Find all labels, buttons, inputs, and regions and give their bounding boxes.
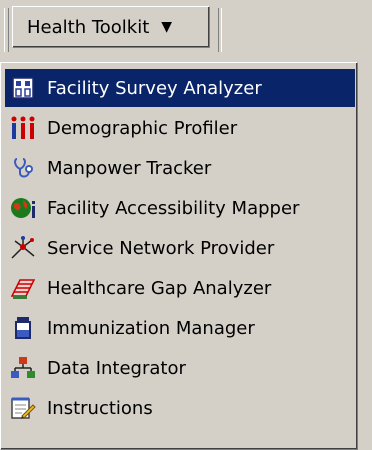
health-toolkit-dropdown-menu: Facility Survey Analyzer Demographic Pro… — [0, 62, 358, 450]
menu-item-service-network-provider[interactable]: Service Network Provider — [5, 229, 355, 267]
notepad-pencil-icon — [9, 394, 37, 422]
menu-item-demographic-profiler[interactable]: Demographic Profiler — [5, 109, 355, 147]
menu-item-label: Healthcare Gap Analyzer — [47, 277, 272, 299]
menu-item-immunization-manager[interactable]: Immunization Manager — [5, 309, 355, 347]
toolbar: Health Toolkit ▼ — [0, 0, 372, 62]
menu-item-label: Manpower Tracker — [47, 157, 212, 179]
menu-item-label: Immunization Manager — [47, 317, 255, 339]
toolbar-separator — [218, 8, 222, 52]
dropdown-caret-icon: ▼ — [161, 19, 173, 35]
menu-item-facility-accessibility-mapper[interactable]: Facility Accessibility Mapper — [5, 189, 355, 227]
menu-item-label: Instructions — [47, 397, 153, 419]
menu-item-healthcare-gap-analyzer[interactable]: Healthcare Gap Analyzer — [5, 269, 355, 307]
menu-item-label: Data Integrator — [47, 357, 186, 379]
health-toolkit-label: Health Toolkit — [27, 16, 150, 38]
menu-item-label: Facility Accessibility Mapper — [47, 197, 300, 219]
menu-item-data-integrator[interactable]: Data Integrator — [5, 349, 355, 387]
people-icon — [9, 114, 37, 142]
vial-icon — [9, 314, 37, 342]
survey-grid-icon — [9, 74, 37, 102]
stethoscope-icon — [9, 154, 37, 182]
menu-item-label: Service Network Provider — [47, 237, 275, 259]
network-icon — [9, 234, 37, 262]
toolbar-grip[interactable] — [4, 8, 9, 52]
menu-item-facility-survey-analyzer[interactable]: Facility Survey Analyzer — [5, 69, 355, 107]
menu-item-instructions[interactable]: Instructions — [5, 389, 355, 427]
menu-item-manpower-tracker[interactable]: Manpower Tracker — [5, 149, 355, 187]
globe-pin-icon — [9, 194, 37, 222]
menu-item-label: Facility Survey Analyzer — [47, 77, 262, 99]
gap-chart-icon — [9, 274, 37, 302]
menu-item-label: Demographic Profiler — [47, 117, 238, 139]
hierarchy-icon — [9, 354, 37, 382]
health-toolkit-menu-button[interactable]: Health Toolkit ▼ — [12, 6, 210, 48]
